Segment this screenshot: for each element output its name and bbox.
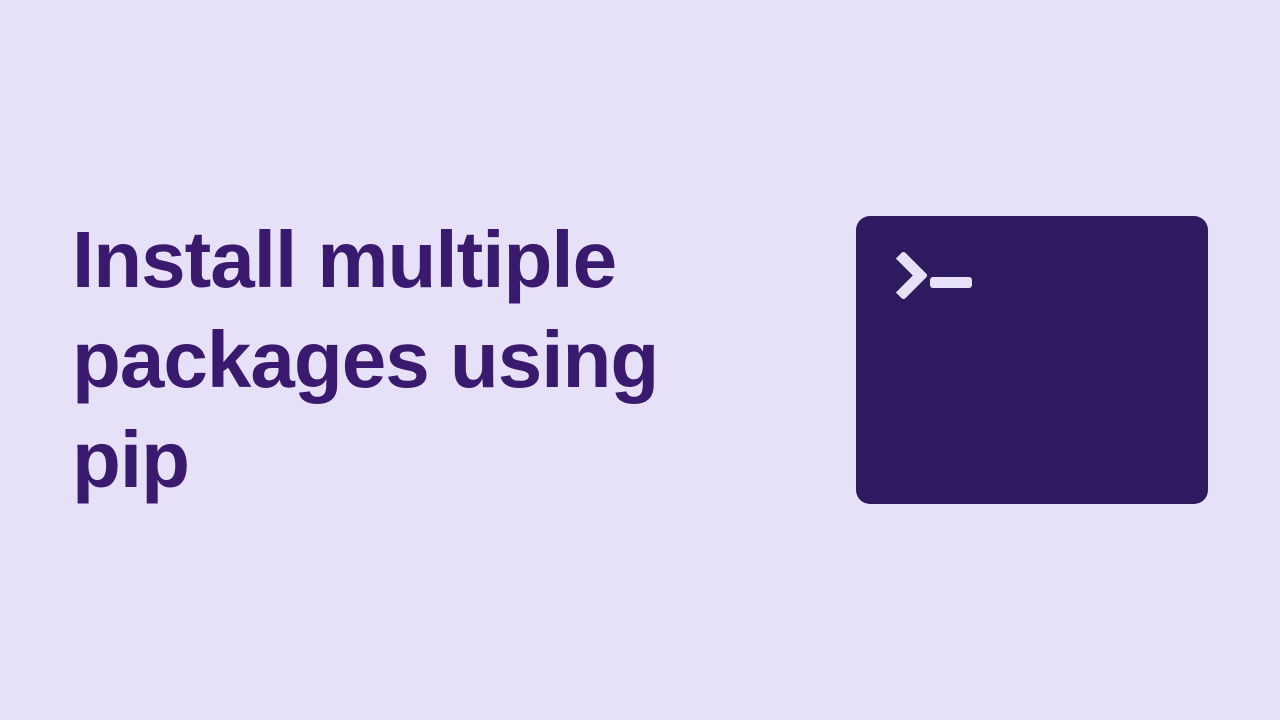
hero-content: Install multiple packages using pip: [72, 210, 1208, 510]
terminal-icon: [856, 216, 1208, 504]
cursor-icon: [930, 277, 972, 288]
hero-heading: Install multiple packages using pip: [72, 210, 752, 510]
terminal-prompt: [886, 252, 972, 288]
chevron-right-icon: [886, 252, 922, 288]
